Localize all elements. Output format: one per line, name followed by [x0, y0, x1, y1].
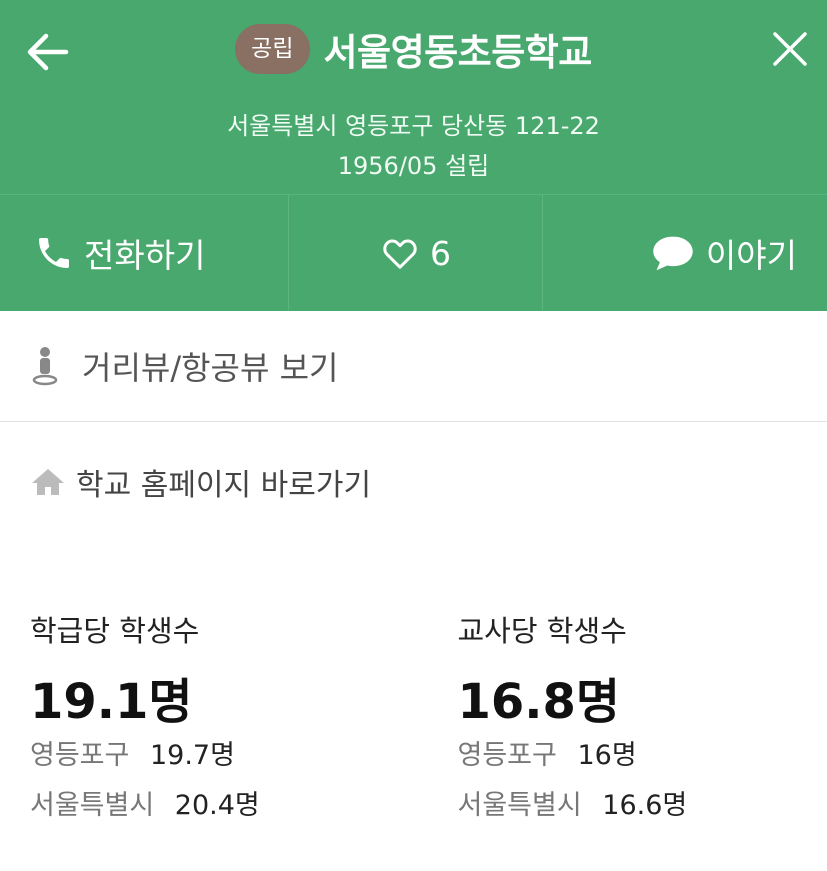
school-address-block: 서울특별시 영등포구 당산동 121-22 1956/05 설립 [0, 106, 827, 186]
talk-button[interactable]: 이야기 [542, 195, 827, 311]
stat-region: 영등포구 [30, 740, 130, 771]
stat-value: 16.8명 [457, 674, 621, 730]
stat-label: 교사당 학생수 [457, 614, 627, 648]
streetview-link[interactable]: 거리뷰/항공뷰 보기 [0, 311, 827, 422]
stat-region: 서울특별시 [30, 790, 155, 821]
stat-compare-row: 서울특별시 16.6명 [458, 784, 827, 828]
school-founded: 1956/05 설립 [337, 152, 490, 180]
call-label: 전화하기 [84, 236, 206, 275]
stat-region: 서울특별시 [457, 790, 582, 821]
close-icon [773, 32, 807, 66]
speech-bubble-icon [653, 236, 693, 271]
stat-region-value: 16.6명 [602, 790, 688, 821]
school-address: 서울특별시 영등포구 당산동 121-22 [227, 112, 600, 140]
streetview-label: 거리뷰/항공뷰 보기 [82, 349, 339, 387]
stat-value: 19.1명 [30, 674, 193, 730]
action-bar: 전화하기 6 이야기 [0, 194, 827, 311]
phone-icon [39, 238, 69, 268]
stats-section: 학급당 학생수 19.1명 영등포구 19.7명 서울특별시 20.4명 교사당… [0, 542, 827, 828]
stat-compare-row: 서울특별시 20.4명 [30, 784, 400, 828]
heart-icon [383, 239, 417, 269]
stat-region: 영등포구 [457, 740, 557, 771]
stat-compare-row: 영등포구 16명 [458, 734, 827, 778]
stat-label: 학급당 학생수 [30, 614, 200, 648]
school-type-badge: 공립 [235, 24, 310, 74]
homepage-label: 학교 홈페이지 바로가기 [76, 468, 372, 503]
students-per-teacher: 교사당 학생수 16.8명 영등포구 16명 서울특별시 16.6명 [400, 608, 827, 828]
like-count: 6 [430, 233, 451, 273]
talk-label: 이야기 [705, 236, 798, 275]
students-per-class: 학급당 학생수 19.1명 영등포구 19.7명 서울특별시 20.4명 [0, 608, 400, 828]
pegman-icon [32, 347, 58, 386]
stat-region-value: 19.7명 [149, 740, 235, 771]
call-button[interactable]: 전화하기 [0, 195, 288, 311]
close-button[interactable] [767, 26, 813, 72]
like-button[interactable]: 6 [287, 195, 543, 311]
stat-region-value: 16명 [577, 740, 637, 771]
school-header: 공립 서울영동초등학교 서울특별시 영등포구 당산동 121-22 1956/0… [0, 0, 827, 194]
stat-region-value: 20.4명 [174, 790, 260, 821]
stat-compare-row: 영등포구 19.7명 [30, 734, 400, 778]
home-icon [32, 469, 64, 495]
school-name: 서울영동초등학교 [323, 31, 593, 74]
title-row: 공립 서울영동초등학교 [0, 22, 827, 76]
homepage-link[interactable]: 학교 홈페이지 바로가기 [0, 422, 827, 542]
